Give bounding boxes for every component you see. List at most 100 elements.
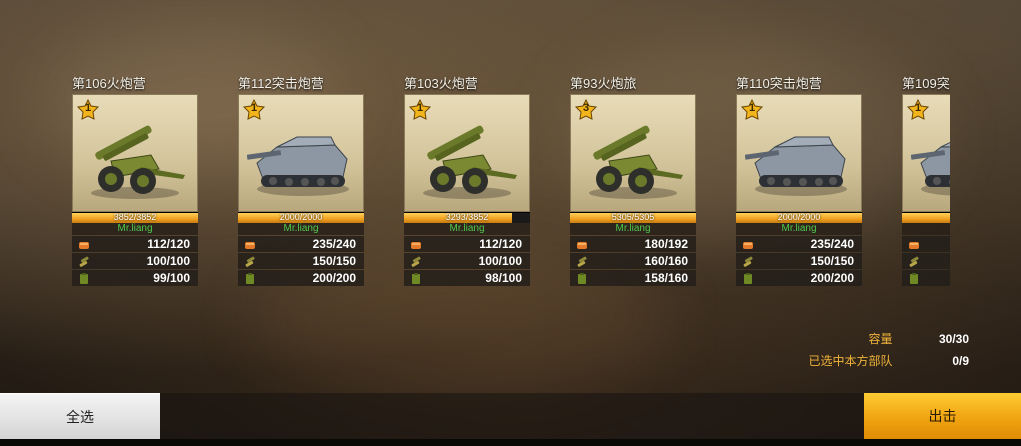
unit-rank: 1 [914, 102, 922, 114]
food-value: 235/240 [810, 237, 854, 251]
food-row: 235/240 [736, 236, 862, 252]
unit-rank: 1 [250, 102, 258, 114]
food-row: 180/192 [570, 236, 696, 252]
unit-card[interactable]: 第112突击炮营 1 2000/2000 Mr.liang 235/240 150/150… [238, 74, 364, 286]
ammo-row: 150/150 [736, 253, 862, 269]
bread-icon [576, 238, 588, 250]
capacity-label: 容量 [868, 332, 893, 346]
howitzer-icon [579, 119, 687, 201]
hp-bar: 2000/2000 [736, 212, 862, 223]
selected-units-value: 0/9 [952, 354, 969, 368]
hp-text: 2 [902, 212, 950, 223]
ammo-icon [576, 255, 588, 267]
ammo-row [902, 253, 950, 269]
unit-name: 第103火炮营 [404, 76, 478, 91]
unit-rank: 3 [582, 102, 590, 114]
deploy-screen: { "units": [ {"name":"第106火炮营","rank":"1… [0, 0, 1021, 446]
unit-name: 第109突 [902, 76, 950, 91]
fuel-value: 200/200 [810, 271, 854, 285]
fuel-can-icon [410, 272, 422, 284]
food-value: 235/240 [312, 237, 356, 251]
hp-bar: 3293/3852 [404, 212, 530, 223]
deploy-button[interactable]: 出击 [864, 393, 1021, 439]
ammo-row: 100/100 [404, 253, 530, 269]
select-all-button[interactable]: 全选 [0, 393, 160, 440]
fuel-row: 98/100 [404, 270, 530, 286]
unit-name: 第106火炮营 [72, 76, 146, 91]
bottom-edge [0, 439, 1021, 446]
hp-bar: 2 [902, 212, 950, 223]
food-value: 180/192 [644, 237, 688, 251]
ammo-icon [244, 255, 256, 267]
deploy-stats: 容量 30/30 已选中本方部队 0/9 [809, 328, 969, 372]
ammo-row: 150/150 [238, 253, 364, 269]
ammo-icon [908, 255, 920, 267]
unit-owner: Mr.liang [570, 223, 696, 235]
bread-icon [410, 238, 422, 250]
fuel-can-icon [78, 272, 90, 284]
ammo-icon [78, 255, 90, 267]
unit-owner: Mr.liang [404, 223, 530, 235]
unit-portrait: 1 [72, 94, 198, 212]
ammo-icon [742, 255, 754, 267]
unit-card-strip[interactable]: 第106火炮营 1 3852/3852 Mr.liang 112/120 100/100 9… [0, 0, 950, 300]
howitzer-icon [413, 119, 521, 201]
ammo-row: 100/100 [72, 253, 198, 269]
star-rank-badge-icon: 1 [741, 99, 763, 121]
star-rank-badge-icon: 3 [575, 99, 597, 121]
fuel-can-icon [576, 272, 588, 284]
unit-rank: 1 [416, 102, 424, 114]
fuel-row: 200/200 [736, 270, 862, 286]
unit-owner: Mr.liang [238, 223, 364, 235]
food-row: 112/120 [72, 236, 198, 252]
ammo-value: 100/100 [478, 254, 522, 268]
unit-owner: M [902, 223, 950, 235]
assault-gun-icon [910, 119, 950, 201]
star-rank-badge-icon: 1 [409, 99, 431, 121]
capacity-row: 容量 30/30 [809, 328, 969, 350]
fuel-value: 98/100 [485, 271, 522, 285]
howitzer-icon [81, 119, 189, 201]
hp-text: 3852/3852 [113, 212, 157, 222]
unit-card[interactable]: 第93火炮旅 3 5305/5305 Mr.liang 180/192 160/160 15… [570, 74, 696, 286]
capacity-value: 30/30 [938, 332, 969, 346]
food-row [902, 236, 950, 252]
fuel-row: 200/200 [238, 270, 364, 286]
food-row: 235/240 [238, 236, 364, 252]
unit-owner: Mr.liang [736, 223, 862, 235]
ammo-value: 100/100 [146, 254, 190, 268]
unit-card[interactable]: 第110突击炮营 1 2000/2000 Mr.liang 235/240 150/150… [736, 74, 862, 286]
food-row: 112/120 [404, 236, 530, 252]
unit-card[interactable]: 第103火炮营 1 3293/3852 Mr.liang 112/120 100/100 9… [404, 74, 530, 286]
unit-name: 第110突击炮营 [736, 76, 822, 91]
unit-portrait: 1 [404, 94, 530, 212]
fuel-can-icon [742, 272, 754, 284]
fuel-can-icon [244, 272, 256, 284]
food-value: 112/120 [147, 237, 190, 251]
hp-text: 2000/2000 [777, 212, 821, 222]
ammo-row: 160/160 [570, 253, 696, 269]
assault-gun-icon [744, 119, 853, 201]
food-value: 112/120 [479, 237, 522, 251]
ammo-icon [410, 255, 422, 267]
hp-bar: 2000/2000 [238, 212, 364, 223]
unit-card[interactable]: 第109突 1 2M [902, 74, 950, 286]
unit-card[interactable]: 第106火炮营 1 3852/3852 Mr.liang 112/120 100/100 9… [72, 74, 198, 286]
bread-icon [78, 238, 90, 250]
bread-icon [742, 238, 754, 250]
ammo-value: 150/150 [810, 254, 854, 268]
fuel-can-icon [908, 272, 920, 284]
star-rank-badge-icon: 1 [77, 99, 99, 121]
fuel-row [902, 270, 950, 286]
unit-portrait: 1 [736, 94, 862, 212]
unit-name: 第93火炮旅 [570, 76, 637, 91]
unit-owner: Mr.liang [72, 223, 198, 235]
ammo-value: 160/160 [644, 254, 688, 268]
star-rank-badge-icon: 1 [243, 99, 265, 121]
fuel-value: 200/200 [312, 271, 356, 285]
ammo-value: 150/150 [312, 254, 356, 268]
unit-portrait: 3 [570, 94, 696, 212]
hp-text: 5305/5305 [611, 212, 655, 222]
selected-row: 已选中本方部队 0/9 [809, 350, 969, 372]
unit-rank: 1 [748, 102, 756, 114]
